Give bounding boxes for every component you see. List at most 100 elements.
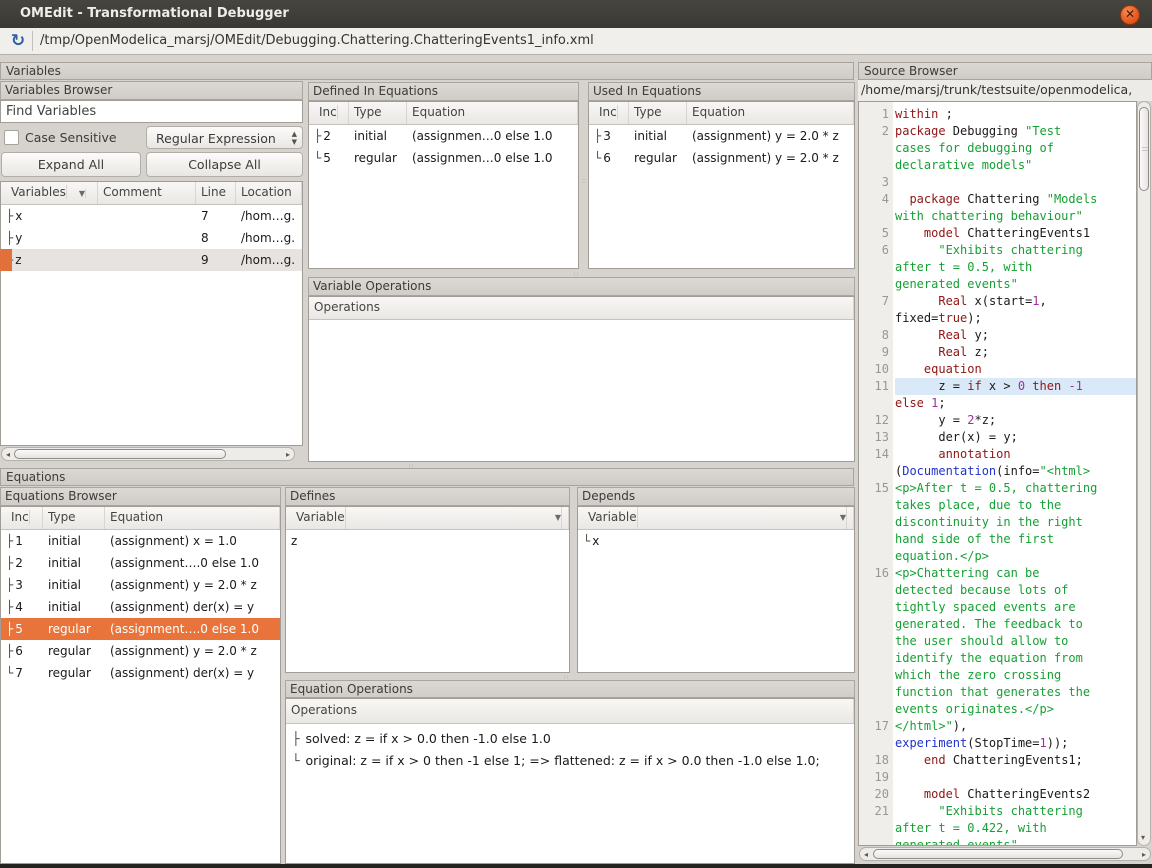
col-line[interactable]: Line (196, 182, 236, 204)
col-location[interactable]: Location (236, 182, 302, 204)
col-type[interactable]: Type (629, 102, 687, 124)
code-line: events originates.</p> (859, 701, 1136, 718)
col-comment[interactable]: Comment (98, 182, 196, 204)
sort-desc-icon: ▼ (74, 189, 86, 198)
col-inc[interactable]: Inc▼ (309, 102, 349, 124)
source-h-scrollbar[interactable]: ◂ ▸ (859, 847, 1151, 861)
code-line: 16<p>Chattering can be (859, 565, 1136, 582)
variable-operations-panel: Operations (308, 296, 855, 462)
scroll-right-icon[interactable]: ▸ (286, 448, 290, 461)
equation-row[interactable]: └7regular(assignment) der(x) = y (1, 662, 280, 684)
defines-row[interactable]: z (286, 530, 569, 552)
code-line: 5 model ChatteringEvents1 (859, 225, 1136, 242)
code-line: 14 annotation (859, 446, 1136, 463)
col-variable[interactable]: Variable▼ (286, 507, 569, 529)
variable-row[interactable]: ├x7/hom…g. (1, 205, 302, 227)
code-line: the user should allow to (859, 633, 1136, 650)
code-line: 18 end ChatteringEvents1; (859, 752, 1136, 769)
scroll-left-icon[interactable]: ◂ (6, 448, 10, 461)
col-inc[interactable]: Inc▼ (1, 507, 43, 529)
code-line: 11 z = if x > 0 then -1 (859, 378, 1136, 395)
equation-row[interactable]: ├4initial(assignment) der(x) = y (1, 596, 280, 618)
scrollbar-thumb[interactable] (14, 449, 226, 459)
code-line: 9 Real z; (859, 344, 1136, 361)
scroll-down-icon[interactable]: ▾ (1141, 831, 1145, 844)
equation-operations-header[interactable]: Operations (286, 699, 854, 724)
spinner-arrows-icon[interactable]: ▲▼ (292, 130, 297, 146)
tree-branch-icon: └ (6, 666, 15, 680)
col-equation[interactable]: Equation (687, 102, 854, 124)
col-operations[interactable]: Operations (309, 297, 854, 319)
tree-branch-icon: └ (292, 753, 302, 768)
expand-all-button[interactable]: Expand All (1, 152, 141, 177)
variables-h-scrollbar[interactable]: ◂ ▸ (1, 447, 295, 461)
source-code-view[interactable]: 1within ;2package Debugging "Testcases f… (858, 101, 1137, 846)
col-operations[interactable]: Operations (286, 699, 854, 723)
defines-header[interactable]: Variable▼ (286, 507, 569, 530)
variable-operations-header[interactable]: Operations (309, 297, 854, 320)
defined-in-header[interactable]: Inc▼ Type Equation (309, 102, 578, 125)
operation-row[interactable]: └ original: z = if x > 0 then -1 else 1;… (286, 750, 854, 772)
col-equation[interactable]: Equation (105, 507, 280, 529)
tree-branch-icon: ├ (6, 534, 15, 548)
collapse-all-button[interactable]: Collapse All (146, 152, 303, 177)
code-line: discontinuity in the right (859, 514, 1136, 531)
code-line: 15<p>After t = 0.5, chattering (859, 480, 1136, 497)
variable-row[interactable]: └z9/hom…g. (1, 249, 302, 271)
equation-row[interactable]: ├6regular(assignment) y = 2.0 * z (1, 640, 280, 662)
window-title: OMEdit - Transformational Debugger (20, 0, 289, 28)
scroll-left-icon[interactable]: ◂ (864, 848, 868, 861)
tree-branch-icon: ├ (6, 622, 15, 636)
depends-row[interactable]: └x (578, 530, 854, 552)
scrollbar-thumb[interactable] (1139, 107, 1149, 191)
col-variables[interactable]: Variables▼ (1, 182, 98, 204)
horizontal-splitter[interactable] (570, 270, 590, 276)
col-type[interactable]: Type (349, 102, 407, 124)
find-variables-input[interactable]: Find Variables (0, 100, 303, 123)
col-variable[interactable]: Variable▼ (578, 507, 854, 529)
code-line: 3 (859, 174, 1136, 191)
close-icon[interactable]: ✕ (1120, 5, 1140, 25)
equation-row[interactable]: ├5regular(assignment….0 else 1.0 (1, 618, 280, 640)
code-line: after t = 0.422, with (859, 820, 1136, 837)
case-sensitive-label: Case Sensitive (25, 125, 117, 150)
col-type[interactable]: Type (43, 507, 105, 529)
case-sensitive-checkbox[interactable] (4, 130, 19, 145)
used-in-header[interactable]: Inc▼ Type Equation (589, 102, 854, 125)
variables-table: Variables▼ Comment Line Location ├x7/hom… (0, 181, 303, 446)
variable-row[interactable]: ├y8/hom…g. (1, 227, 302, 249)
equation-row[interactable]: ├2initial(assignmen…0 else 1.0 (309, 125, 578, 147)
tree-branch-icon: ├ (6, 578, 15, 592)
code-line: equation.</p> (859, 548, 1136, 565)
refresh-icon[interactable]: ↻ (7, 30, 29, 52)
depends-table: Variable▼ └x (577, 506, 855, 673)
window-titlebar: OMEdit - Transformational Debugger ✕ (0, 0, 1152, 29)
used-in-table: Inc▼ Type Equation ├3initial(assignment)… (588, 101, 855, 269)
regex-combobox[interactable]: Regular Expression ▲▼ (146, 126, 303, 149)
tree-branch-icon: ├ (292, 731, 302, 746)
equation-row[interactable]: └6regular(assignment) y = 2.0 * z (589, 147, 854, 169)
source-browser-title: Source Browser (858, 62, 1152, 80)
equations-header[interactable]: Inc▼ Type Equation (1, 507, 280, 530)
equation-row[interactable]: ├3initial(assignment) y = 2.0 * z (589, 125, 854, 147)
operation-row[interactable]: ├ solved: z = if x > 0.0 then -1.0 else … (286, 728, 854, 750)
tree-branch-icon: ├ (594, 129, 603, 143)
code-line: 19 (859, 769, 1136, 786)
horizontal-splitter[interactable] (560, 673, 580, 680)
vertical-splitter[interactable] (570, 506, 577, 673)
scroll-right-icon[interactable]: ▸ (1142, 848, 1146, 861)
equation-row[interactable]: └5regular(assignmen…0 else 1.0 (309, 147, 578, 169)
equation-row[interactable]: ├3initial(assignment) y = 2.0 * z (1, 574, 280, 596)
vertical-splitter[interactable] (579, 101, 588, 269)
depends-header[interactable]: Variable▼ (578, 507, 854, 530)
source-v-scrollbar[interactable]: ▾ (1137, 101, 1151, 846)
variables-table-header[interactable]: Variables▼ Comment Line Location (1, 182, 302, 205)
equation-row[interactable]: ├1initial(assignment) x = 1.0 (1, 530, 280, 552)
equation-row[interactable]: ├2initial(assignment….0 else 1.0 (1, 552, 280, 574)
tree-branch-icon: ├ (6, 556, 15, 570)
col-equation[interactable]: Equation (407, 102, 578, 124)
code-line: detected because lots of (859, 582, 1136, 599)
col-inc[interactable]: Inc▼ (589, 102, 629, 124)
info-xml-path: /tmp/OpenModelica_marsj/OMEdit/Debugging… (40, 28, 594, 54)
scrollbar-thumb[interactable] (873, 849, 1123, 859)
